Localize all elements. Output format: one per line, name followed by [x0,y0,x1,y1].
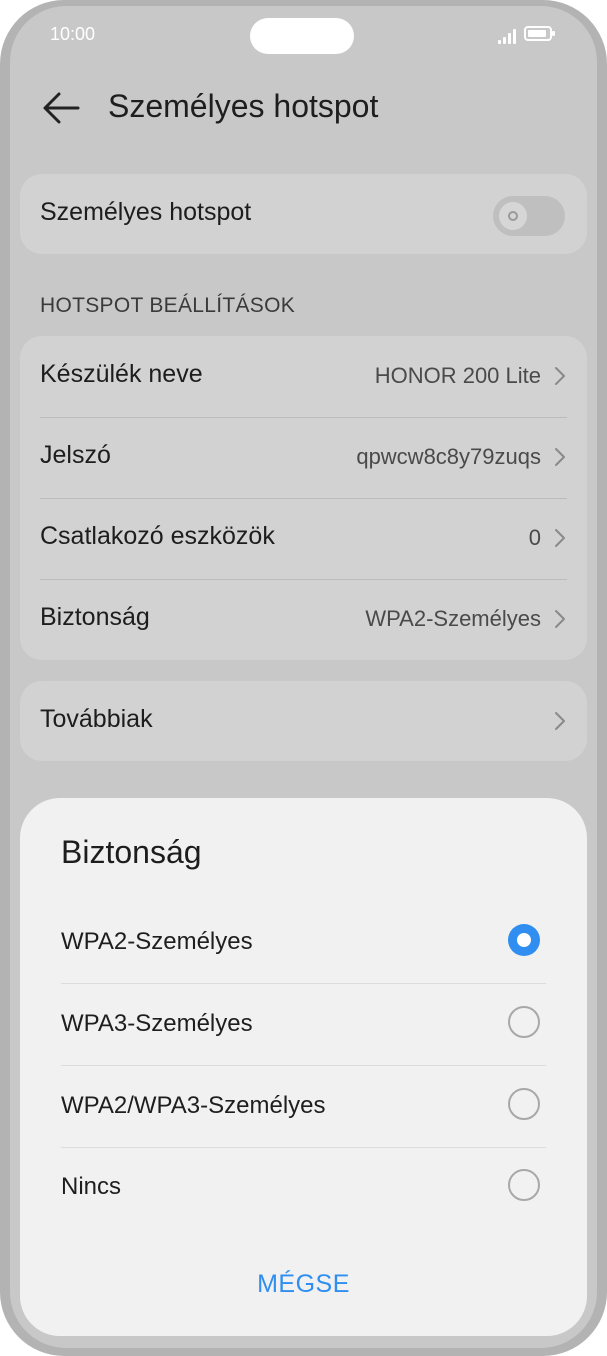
chevron-right-icon [555,367,565,385]
option-label: WPA3-Személyes [61,1010,253,1037]
chevron-right-icon [555,712,565,730]
toggle-knob [499,202,527,230]
page-title: Személyes hotspot [108,88,379,124]
cancel-button[interactable]: MÉGSE [20,1270,587,1299]
setting-row-password[interactable]: Jelszó qpwcw8c8y79zuqs [40,417,567,497]
setting-label: Jelszó [40,441,111,469]
chevron-right-icon [555,529,565,547]
screen: 10:00 Személyes hotspot Személyes hotspo… [10,6,597,1348]
arrow-left-icon [43,92,80,124]
more-label: Továbbiak [40,705,153,733]
camera-pill [250,18,354,54]
setting-value: 0 [528,525,541,550]
security-dialog: Biztonság WPA2-Személyes WPA3-Személyes … [20,798,587,1336]
option-wpa2-wpa3-personal[interactable]: WPA2/WPA3-Személyes [61,1066,546,1147]
radio-unselected-icon[interactable] [508,1088,540,1120]
chevron-right-icon [555,610,565,628]
option-label: WPA2-Személyes [61,928,253,955]
setting-row-device-name[interactable]: Készülék neve HONOR 200 Lite [40,336,567,416]
option-label: WPA2/WPA3-Személyes [61,1092,326,1119]
hotspot-toggle-label: Személyes hotspot [40,198,252,226]
phone-frame: 10:00 Személyes hotspot Személyes hotspo… [0,0,607,1356]
option-label: Nincs [61,1173,122,1200]
radio-selected-icon[interactable] [508,924,540,956]
option-none[interactable]: Nincs [61,1147,546,1228]
option-wpa2-personal[interactable]: WPA2-Személyes [61,902,546,983]
status-time: 10:00 [50,24,96,44]
setting-row-connected-devices[interactable]: Csatlakozó eszközök 0 [40,498,567,578]
signal-icon [498,28,518,44]
section-title-hotspot-settings: HOTSPOT BEÁLLÍTÁSOK [40,294,296,317]
hotspot-toggle-switch[interactable] [493,196,565,236]
setting-value: WPA2-Személyes [365,606,541,631]
dialog-title: Biztonság [61,834,202,870]
chevron-right-icon [555,448,565,466]
more-card: Továbbiak [20,681,587,761]
setting-value: qpwcw8c8y79zuqs [356,444,541,469]
setting-row-security[interactable]: Biztonság WPA2-Személyes [40,579,567,659]
back-button[interactable] [40,86,84,130]
hotspot-settings-card: Készülék neve HONOR 200 Lite Jelszó qpwc… [20,336,587,660]
radio-unselected-icon[interactable] [508,1006,540,1038]
setting-label: Csatlakozó eszközök [40,522,275,550]
option-wpa3-personal[interactable]: WPA3-Személyes [61,984,546,1065]
setting-value: HONOR 200 Lite [374,363,541,388]
hotspot-toggle-card: Személyes hotspot [20,174,587,254]
radio-unselected-icon[interactable] [508,1169,540,1201]
setting-label: Készülék neve [40,360,203,388]
setting-label: Biztonság [40,603,150,631]
battery-icon [524,26,555,41]
hotspot-toggle-row[interactable]: Személyes hotspot [40,174,567,254]
more-row[interactable]: Továbbiak [40,681,567,761]
